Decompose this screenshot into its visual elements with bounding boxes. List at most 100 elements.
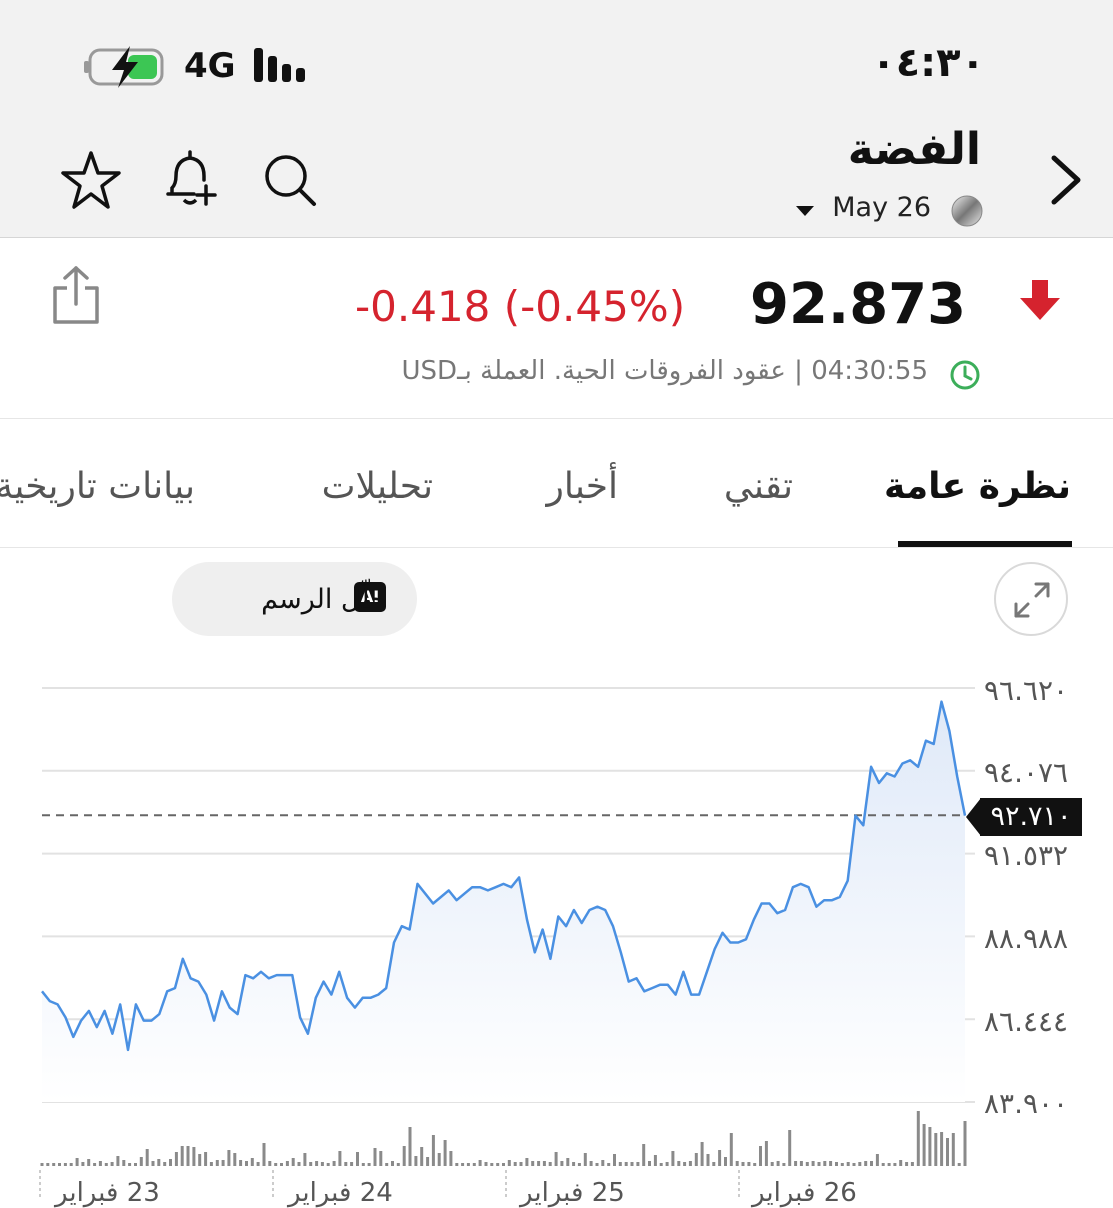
volume-bar: [221, 1160, 225, 1166]
volume-bar: [700, 1142, 704, 1166]
tab-news[interactable]: أخبار: [547, 466, 618, 507]
volume-bar: [852, 1163, 856, 1166]
volume-bar: [840, 1163, 844, 1166]
volume-bar: [98, 1161, 102, 1166]
quote-time: 04:30:55: [811, 356, 928, 386]
price-change: -0.418 (-0.45%): [355, 282, 686, 331]
volume-bar: [396, 1163, 400, 1166]
volume-bar: [192, 1147, 196, 1166]
volume-bar: [385, 1163, 389, 1166]
volume-bar: [478, 1160, 482, 1166]
volume-bar: [204, 1152, 208, 1166]
volume-bar: [437, 1153, 441, 1166]
volume-bar: [245, 1161, 248, 1166]
volume-bar: [595, 1163, 599, 1166]
volume-bar: [624, 1162, 628, 1166]
y-tick-label: ٨٨.٩٨٨: [984, 922, 1069, 955]
contract-dropdown-icon[interactable]: [794, 204, 816, 218]
volume-bar: [145, 1149, 149, 1166]
volume-bar: [139, 1157, 143, 1166]
volume-bar: [472, 1163, 476, 1166]
volume-bar: [239, 1160, 243, 1166]
volume-bar: [180, 1146, 184, 1166]
share-icon[interactable]: [48, 264, 104, 328]
volume-bar: [794, 1161, 798, 1166]
volume-bar: [835, 1162, 838, 1166]
quote-info-text: عقود الفروقات الحية. العملة بـUSD: [401, 356, 786, 386]
volume-bar: [420, 1147, 424, 1166]
volume-bar: [110, 1162, 114, 1166]
volume-bar: [963, 1121, 967, 1166]
volume-bar: [747, 1162, 751, 1166]
volume-bar: [455, 1163, 459, 1166]
volume-bar: [799, 1161, 803, 1166]
volume-bar: [770, 1162, 774, 1166]
volume-bar: [303, 1153, 307, 1166]
volume-bar: [502, 1163, 505, 1166]
tab-technical[interactable]: تقني: [724, 466, 793, 507]
volume-bar: [496, 1163, 500, 1166]
y-tick-label: ٩٤.٠٧٦: [984, 756, 1069, 789]
tabs-divider: [0, 547, 1113, 548]
contract-selector[interactable]: May 26: [832, 192, 931, 223]
volume-bar: [63, 1163, 67, 1166]
volume-bar: [443, 1140, 447, 1166]
current-price-marker: [966, 798, 981, 836]
volume-bar: [128, 1163, 132, 1166]
volume-bar: [683, 1162, 687, 1166]
volume-bar: [741, 1162, 745, 1166]
volume-bar: [52, 1163, 56, 1166]
volume-bar: [227, 1150, 231, 1166]
volume-bar: [87, 1159, 91, 1166]
volume-bar: [297, 1162, 301, 1166]
volume-bar: [712, 1162, 716, 1166]
volume-bar: [268, 1161, 272, 1166]
star-icon[interactable]: [58, 148, 124, 214]
volume-bar: [116, 1156, 120, 1166]
volume-bar: [367, 1163, 371, 1166]
volume-bar: [537, 1161, 541, 1166]
volume-bar: [361, 1163, 365, 1166]
volume-bar: [589, 1161, 593, 1166]
instrument-title: الفضة: [847, 124, 981, 175]
tab-overview[interactable]: نظرة عامة: [884, 466, 1071, 507]
volume-bar: [233, 1153, 237, 1166]
volume-bar: [466, 1163, 470, 1166]
analyze-chart-button[interactable]: AI حلّل الرسم: [172, 562, 417, 636]
volume-bar: [46, 1163, 50, 1166]
tab-analysis[interactable]: تحليلات: [322, 466, 433, 507]
volume-bar: [753, 1163, 757, 1166]
volume-bar: [759, 1146, 762, 1166]
volume-bar: [934, 1133, 938, 1166]
network-label: 4G: [184, 46, 236, 86]
y-tick-label: ٨٦.٤٤٤: [984, 1005, 1069, 1038]
volume-bar: [58, 1163, 61, 1166]
volume-bar: [659, 1163, 663, 1166]
volume-bar: [782, 1163, 786, 1166]
volume-bar: [531, 1161, 535, 1166]
tab-historical-data[interactable]: بيانات تاريخية: [0, 466, 195, 507]
back-chevron-icon[interactable]: [1040, 150, 1090, 210]
volume-bar: [916, 1111, 920, 1166]
volume-bar: [309, 1162, 313, 1166]
volume-bar: [40, 1163, 44, 1166]
volume-bar: [274, 1163, 278, 1166]
volume-bar: [875, 1154, 879, 1166]
volume-bar: [671, 1151, 675, 1166]
volume-bar: [677, 1161, 681, 1166]
volume-bar: [706, 1154, 710, 1166]
volume-bar: [356, 1152, 359, 1166]
price-chart[interactable]: [0, 640, 1113, 1200]
volume-bar: [513, 1162, 517, 1166]
search-icon[interactable]: [258, 148, 324, 214]
volume-bar: [81, 1162, 85, 1166]
battery-charging-icon: [84, 46, 164, 88]
volume-bar: [338, 1151, 342, 1166]
expand-chart-button[interactable]: [994, 562, 1068, 636]
volume-bar: [811, 1161, 815, 1166]
volume-bar: [461, 1163, 465, 1166]
volume-bar: [951, 1133, 955, 1166]
volume-bar: [104, 1163, 108, 1166]
volume-bar: [642, 1144, 646, 1166]
add-alert-bell-icon[interactable]: [158, 148, 224, 214]
